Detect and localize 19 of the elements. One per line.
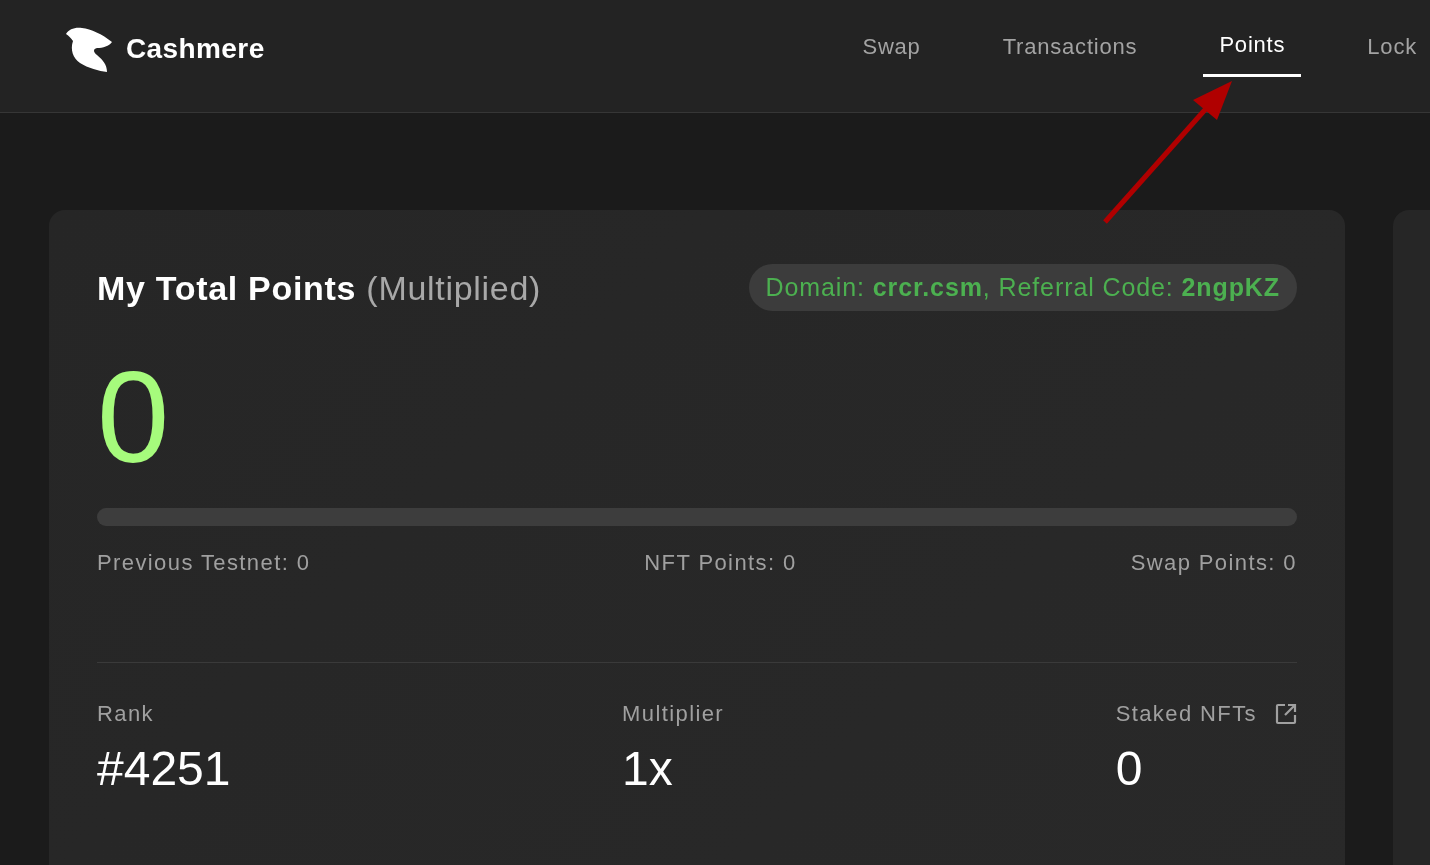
referral-badge: Domain: crcr.csm, Referral Code: 2ngpKZ bbox=[748, 264, 1297, 311]
nav-tab[interactable]: Swap bbox=[846, 0, 937, 77]
card-title: My Total Points (Multiplied) bbox=[97, 267, 542, 308]
brand-name[interactable]: Cashmere bbox=[126, 33, 265, 65]
nav-tab[interactable]: Lock bbox=[1351, 0, 1430, 77]
stat-value: #4251 bbox=[97, 741, 231, 797]
total-points: 0 bbox=[97, 353, 170, 481]
stat-label: Multiplier bbox=[622, 701, 725, 727]
nav-tab[interactable]: Points bbox=[1203, 0, 1302, 77]
external-link-icon[interactable] bbox=[1275, 703, 1297, 725]
bird-head-logo-icon[interactable] bbox=[65, 25, 113, 73]
points-breakdown-text: NFT Points: 0 bbox=[644, 550, 797, 576]
stat-label: Staked NFTs bbox=[1115, 701, 1257, 727]
nav-tab[interactable]: Transactions bbox=[986, 0, 1154, 77]
stat-value: 0 bbox=[1115, 741, 1143, 797]
points-breakdown-text: Previous Testnet: 0 bbox=[97, 550, 311, 576]
stat-label: Rank bbox=[97, 701, 154, 727]
points-breakdown-text: Swap Points: 0 bbox=[1130, 550, 1297, 576]
stat-value: 1x bbox=[622, 741, 673, 797]
